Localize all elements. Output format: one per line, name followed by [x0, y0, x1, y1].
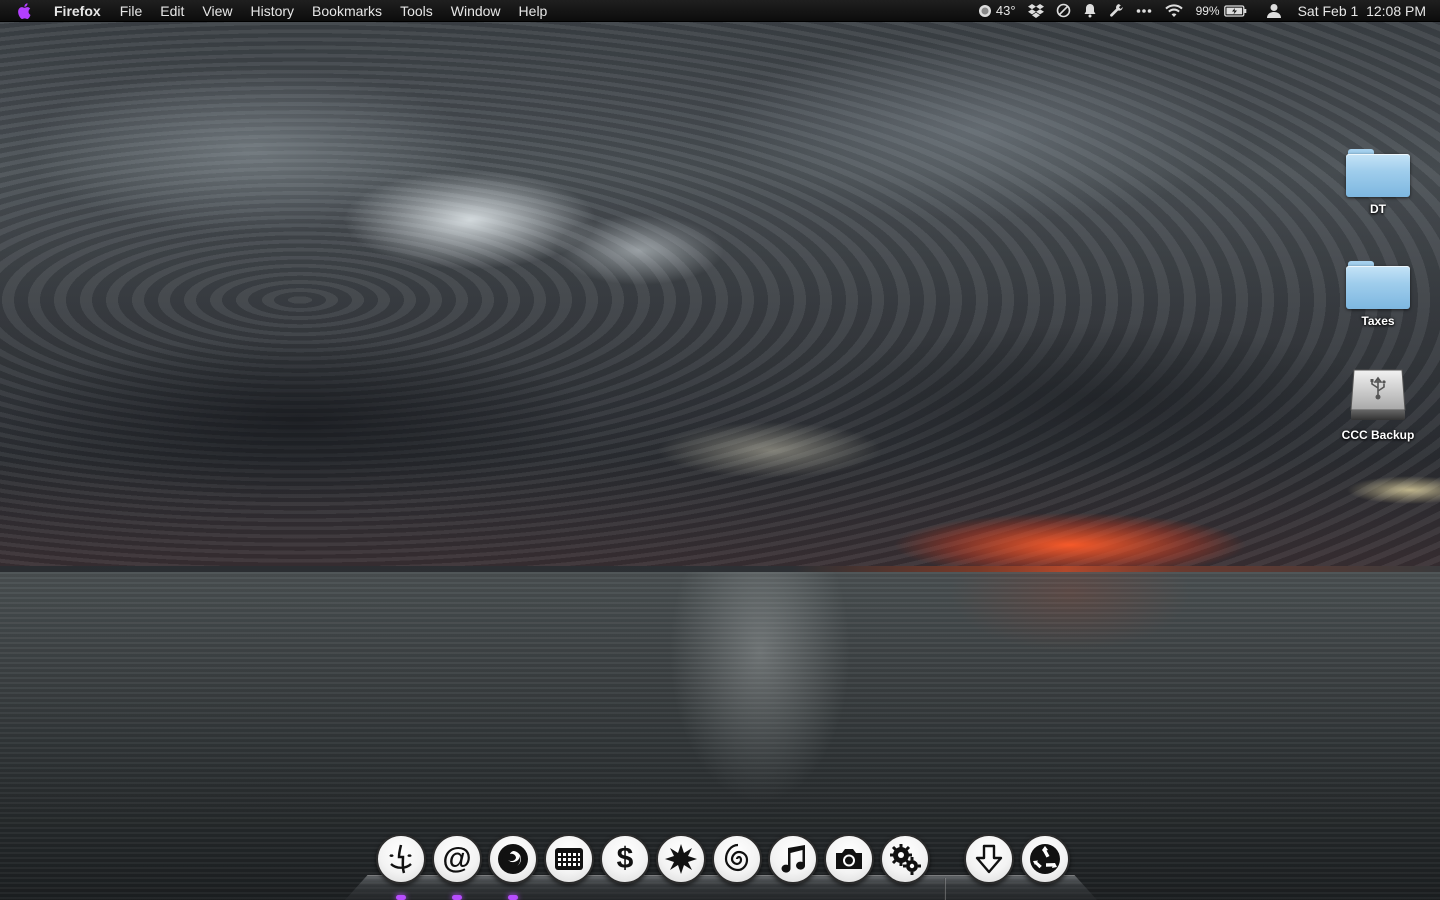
desktop-icon-label: Taxes — [1361, 314, 1395, 328]
starburst-icon — [665, 844, 697, 874]
sync-status[interactable] — [1050, 0, 1077, 22]
recycle-icon — [1030, 844, 1060, 874]
running-indicator — [396, 895, 406, 900]
dropbox-icon — [1027, 3, 1044, 18]
dock-mail[interactable]: @ — [432, 834, 482, 884]
notification-status[interactable] — [1077, 0, 1103, 22]
dock-firefox[interactable] — [488, 834, 538, 884]
wifi-status[interactable] — [1158, 0, 1190, 22]
menu-file[interactable]: File — [111, 0, 152, 22]
dock-camera[interactable] — [824, 834, 874, 884]
desktop-folder-dt[interactable]: DT — [1328, 148, 1428, 216]
weather-icon — [978, 4, 991, 17]
folder-icon — [1346, 260, 1410, 310]
user-status[interactable] — [1254, 0, 1288, 22]
firefox-icon — [498, 844, 528, 874]
running-indicator — [452, 895, 462, 900]
desktop-icon-label: DT — [1370, 202, 1386, 216]
menu-bar: Firefox File Edit View History Bookmarks… — [0, 0, 1440, 22]
dock-finder[interactable] — [376, 834, 426, 884]
wrench-status[interactable] — [1103, 0, 1130, 22]
gears-icon — [890, 844, 921, 875]
dock-calendar[interactable] — [544, 834, 594, 884]
menu-view[interactable]: View — [193, 0, 241, 22]
mail-at-icon: @ — [442, 842, 472, 875]
cloudy-sky — [0, 0, 1440, 572]
notification-bell-icon — [1084, 4, 1096, 18]
weather-status[interactable]: 43° — [972, 0, 1022, 22]
battery-icon — [1223, 4, 1246, 17]
user-icon — [1266, 4, 1281, 18]
dock-trash[interactable] — [1020, 834, 1070, 884]
music-note-icon — [781, 845, 805, 873]
more-icon — [1136, 8, 1151, 13]
usb-drive-icon — [1347, 366, 1409, 424]
menu-tools[interactable]: Tools — [391, 0, 442, 22]
dollar-sign-icon: $ — [616, 842, 634, 875]
dock-spiral[interactable] — [712, 834, 762, 884]
calendar-icon — [555, 848, 583, 870]
dock-music[interactable] — [768, 834, 818, 884]
running-indicator — [508, 895, 518, 900]
battery-percent: 99% — [1195, 3, 1220, 18]
wifi-icon — [1164, 3, 1183, 17]
dock-starburst[interactable] — [656, 834, 706, 884]
menu-window[interactable]: Window — [442, 0, 510, 22]
desktop-drive-ccc-backup[interactable]: CCC Backup — [1328, 366, 1428, 442]
menu-clock[interactable]: Sat Feb 1 12:08 PM — [1288, 0, 1432, 22]
battery-status[interactable]: 99% — [1190, 0, 1254, 22]
dropbox-status[interactable] — [1022, 0, 1050, 22]
finder-icon — [389, 844, 412, 874]
menu-bookmarks[interactable]: Bookmarks — [303, 0, 391, 22]
menu-edit[interactable]: Edit — [151, 0, 193, 22]
menu-help[interactable]: Help — [510, 0, 557, 22]
dock-settings[interactable] — [880, 834, 930, 884]
wrench-icon — [1109, 4, 1123, 17]
spiral-icon — [724, 843, 749, 872]
folder-icon — [1346, 148, 1410, 198]
more-status[interactable] — [1130, 0, 1158, 22]
desktop-icon-label: CCC Backup — [1341, 428, 1415, 442]
dock-separator — [944, 878, 946, 900]
menu-app-name[interactable]: Firefox — [48, 0, 111, 22]
download-arrow-icon — [975, 844, 1003, 874]
sync-icon — [1056, 3, 1070, 18]
menu-history[interactable]: History — [241, 0, 303, 22]
camera-icon — [836, 849, 862, 869]
dock-downloads[interactable] — [964, 834, 1014, 884]
apple-menu-icon[interactable] — [0, 0, 48, 22]
weather-temperature: 43° — [995, 2, 1016, 18]
desktop-folder-taxes[interactable]: Taxes — [1328, 260, 1428, 328]
dock-money[interactable]: $ — [600, 834, 650, 884]
desktop-wallpaper — [0, 0, 1440, 900]
